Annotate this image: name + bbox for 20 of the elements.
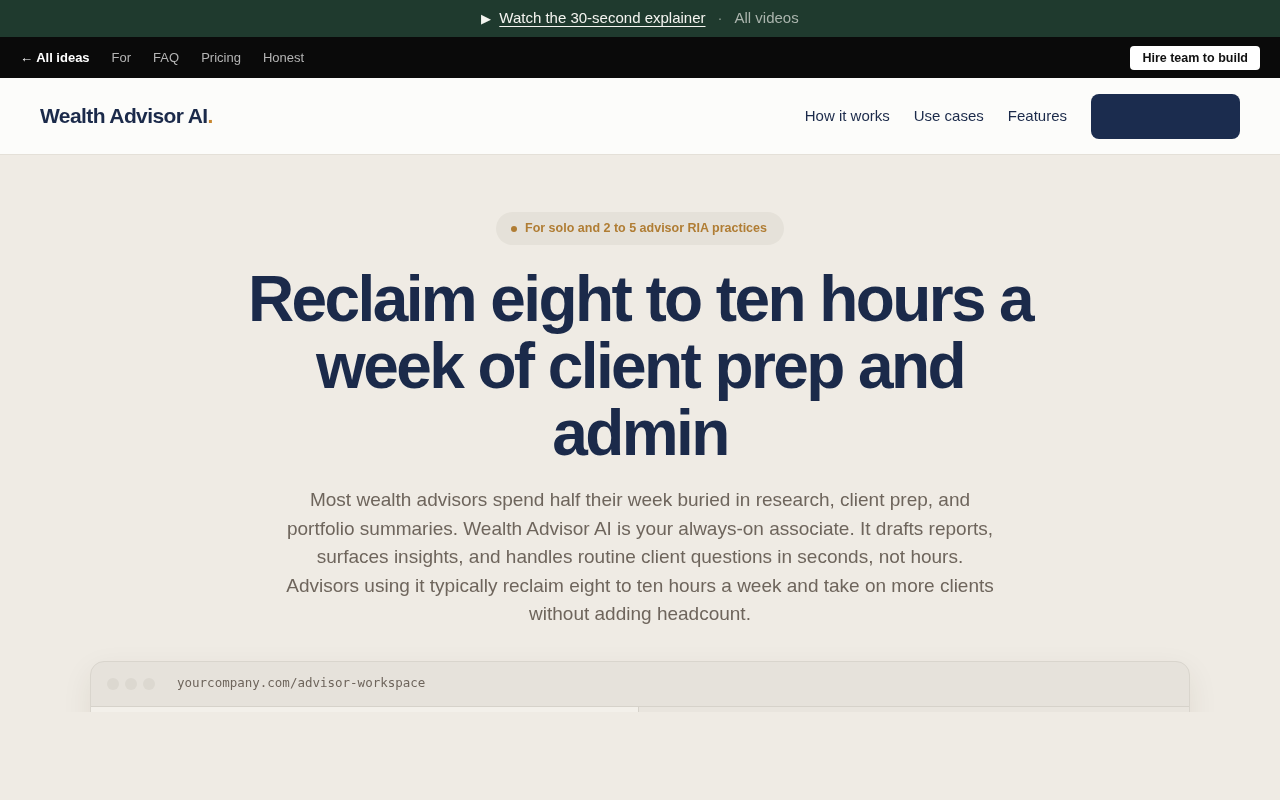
- hire-team-button[interactable]: Hire team to build: [1130, 45, 1260, 70]
- nav-link[interactable]: FAQ: [153, 47, 180, 68]
- hero-headline: Reclaim eight to ten hours a week of client prep and admin: [246, 266, 1035, 467]
- back-link[interactable]: ← All ideas: [20, 47, 90, 68]
- address-text: yourcompany.com/advisor-workspace: [177, 674, 426, 693]
- header-nav-link[interactable]: How it works: [804, 104, 890, 128]
- bullet-dot-icon: [511, 225, 517, 232]
- header-nav-link[interactable]: Features: [1007, 104, 1067, 128]
- hero-description: Most wealth advisors spend half their week buried in research, client prep, and portfolio summaries. Wealth Advisor AI is your always-on associate. It drafts reports, surfaces insights, and handles routine client questions in seconds, not hours. Advisors using it typically reclaim eight to ten hours a week and take on more clients without adding headcount.: [285, 488, 995, 626]
- separator-dot: ·: [717, 8, 723, 29]
- nav-link[interactable]: Pricing: [201, 47, 241, 68]
- nav-link[interactable]: For: [111, 47, 132, 68]
- nav-link[interactable]: Honest: [262, 47, 305, 68]
- badge-text: For solo and 2 to 5 advisor RIA practices: [525, 220, 767, 238]
- play-icon: ▶: [481, 8, 492, 29]
- brand-logo[interactable]: Wealth Advisor AI.: [40, 100, 213, 132]
- all-videos-link[interactable]: All videos: [734, 7, 799, 30]
- header-cta-button[interactable]: [1091, 93, 1240, 139]
- explainer-link[interactable]: Watch the 30-second explainer: [499, 7, 706, 30]
- header-nav-link[interactable]: Use cases: [913, 104, 984, 128]
